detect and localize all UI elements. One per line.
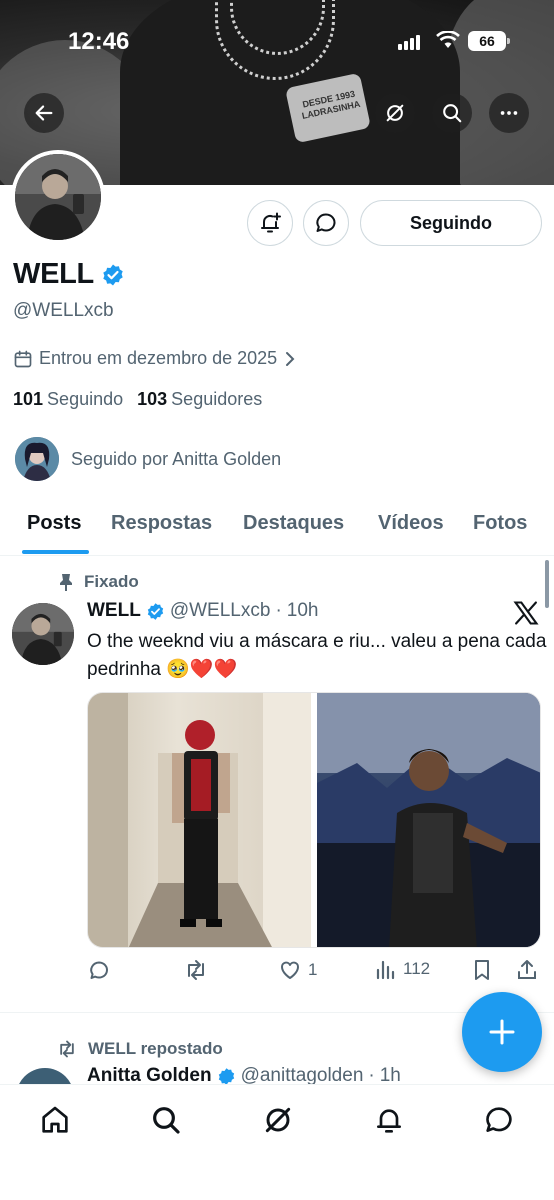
nav-home[interactable] xyxy=(38,1103,72,1137)
more-button[interactable] xyxy=(489,93,529,133)
tab-replies[interactable]: Respostas xyxy=(111,512,212,535)
bottom-navigation xyxy=(0,1084,554,1200)
nav-messages[interactable] xyxy=(482,1103,516,1137)
profile-avatar[interactable] xyxy=(11,150,105,244)
media-image-1[interactable] xyxy=(88,693,311,947)
wifi-icon xyxy=(436,30,460,54)
nav-search[interactable] xyxy=(149,1103,183,1137)
home-icon xyxy=(42,1106,68,1133)
bell-icon xyxy=(377,1109,401,1133)
pinned-label: Fixado xyxy=(58,572,139,592)
post-header: WELL @WELLxcb · 10h xyxy=(87,600,318,622)
tab-posts[interactable]: Posts xyxy=(27,512,81,535)
grok-icon xyxy=(386,104,404,122)
plus-icon xyxy=(489,1019,515,1045)
status-time: 12:46 xyxy=(68,28,130,55)
more-icon xyxy=(500,111,518,115)
chat-bubble-icon xyxy=(486,1107,512,1132)
post-avatar[interactable] xyxy=(16,1068,74,1084)
view-count: 112 xyxy=(403,959,431,978)
post-separator: · xyxy=(275,600,282,621)
followed-by-text: Seguido por Anitta Golden xyxy=(71,448,282,469)
nav-grok[interactable] xyxy=(261,1103,295,1137)
grok-icon xyxy=(265,1107,291,1133)
search-button[interactable] xyxy=(432,93,472,133)
post-author[interactable]: Anitta Golden xyxy=(87,1066,212,1086)
compose-button[interactable] xyxy=(462,992,542,1072)
message-button[interactable] xyxy=(303,200,349,246)
calendar-icon xyxy=(14,350,32,367)
arrow-left-icon xyxy=(35,105,53,121)
post-time[interactable]: 1h xyxy=(380,1066,401,1086)
post-time[interactable]: 10h xyxy=(287,600,319,622)
share-button[interactable] xyxy=(515,958,539,982)
post-handle[interactable]: @anittagolden xyxy=(241,1066,364,1086)
post-avatar[interactable] xyxy=(12,603,74,665)
verified-badge-icon xyxy=(103,264,123,285)
joined-text: Entrou em dezembro de 2025 xyxy=(39,348,278,368)
tab-photos[interactable]: Fotos xyxy=(473,512,527,535)
tab-videos[interactable]: Vídeos xyxy=(378,512,444,535)
profile-name-row: WELL xyxy=(13,258,125,291)
notify-button[interactable] xyxy=(247,200,293,246)
chat-bubble-icon xyxy=(316,213,336,232)
like-count: 1 xyxy=(308,960,318,979)
post-header: Anitta Golden @anittagolden · 1h xyxy=(87,1066,401,1086)
profile-handle: @WELLxcb xyxy=(13,300,114,321)
bookmark-icon xyxy=(475,960,489,980)
pin-icon xyxy=(60,574,72,591)
follower-avatar xyxy=(15,437,59,481)
followed-by[interactable]: Seguido por Anitta Golden xyxy=(15,437,281,481)
grok-button[interactable] xyxy=(375,93,415,133)
post-media[interactable] xyxy=(87,692,541,948)
joined-date[interactable]: Entrou em dezembro de 2025 xyxy=(13,348,297,369)
search-icon xyxy=(443,104,462,123)
repost-icon xyxy=(188,960,204,980)
nav-notifications[interactable] xyxy=(372,1103,406,1137)
tab-highlights[interactable]: Destaques xyxy=(243,512,344,535)
profile-tabs: Posts Respostas Destaques Vídeos Fotos xyxy=(0,494,554,556)
profile-name: WELL xyxy=(13,258,94,290)
following-stat[interactable]: 101 Seguindo xyxy=(13,389,123,410)
follow-stats: 101 Seguindo 103 Seguidores xyxy=(13,389,262,410)
scrollbar[interactable] xyxy=(545,560,549,608)
like-button[interactable]: 1 xyxy=(278,958,317,982)
active-tab-indicator xyxy=(22,550,89,554)
repost-label: WELL repostado xyxy=(56,1039,223,1059)
share-icon xyxy=(518,960,536,979)
views-icon xyxy=(376,960,395,980)
repost-button[interactable] xyxy=(183,958,209,982)
search-icon xyxy=(153,1107,180,1134)
post-separator: · xyxy=(368,1066,375,1086)
verified-badge-icon xyxy=(147,602,164,620)
battery-icon: 66 xyxy=(468,31,510,51)
x-logo-icon[interactable] xyxy=(512,599,540,627)
signal-icon xyxy=(398,34,420,50)
reply-button[interactable] xyxy=(87,958,111,982)
post-handle[interactable]: @WELLxcb xyxy=(170,600,271,622)
post-author[interactable]: WELL xyxy=(87,600,141,622)
following-button[interactable]: Seguindo xyxy=(360,200,542,246)
status-bar: 12:46 66 xyxy=(0,28,554,58)
bell-plus-icon xyxy=(261,212,281,233)
followers-stat[interactable]: 103 Seguidores xyxy=(137,389,262,410)
back-button[interactable] xyxy=(24,93,64,133)
reply-icon xyxy=(90,961,108,979)
bookmark-button[interactable] xyxy=(471,958,493,982)
chevron-right-icon xyxy=(286,351,295,366)
views-button[interactable]: 112 xyxy=(375,958,430,980)
verified-badge-icon xyxy=(218,1067,234,1085)
post-text: O the weeknd viu a máscara e riu... vale… xyxy=(87,631,547,680)
post-actions: 1 112 xyxy=(87,958,547,988)
repost-icon xyxy=(60,1040,74,1058)
heart-icon xyxy=(281,961,299,979)
media-image-2[interactable] xyxy=(317,693,540,947)
